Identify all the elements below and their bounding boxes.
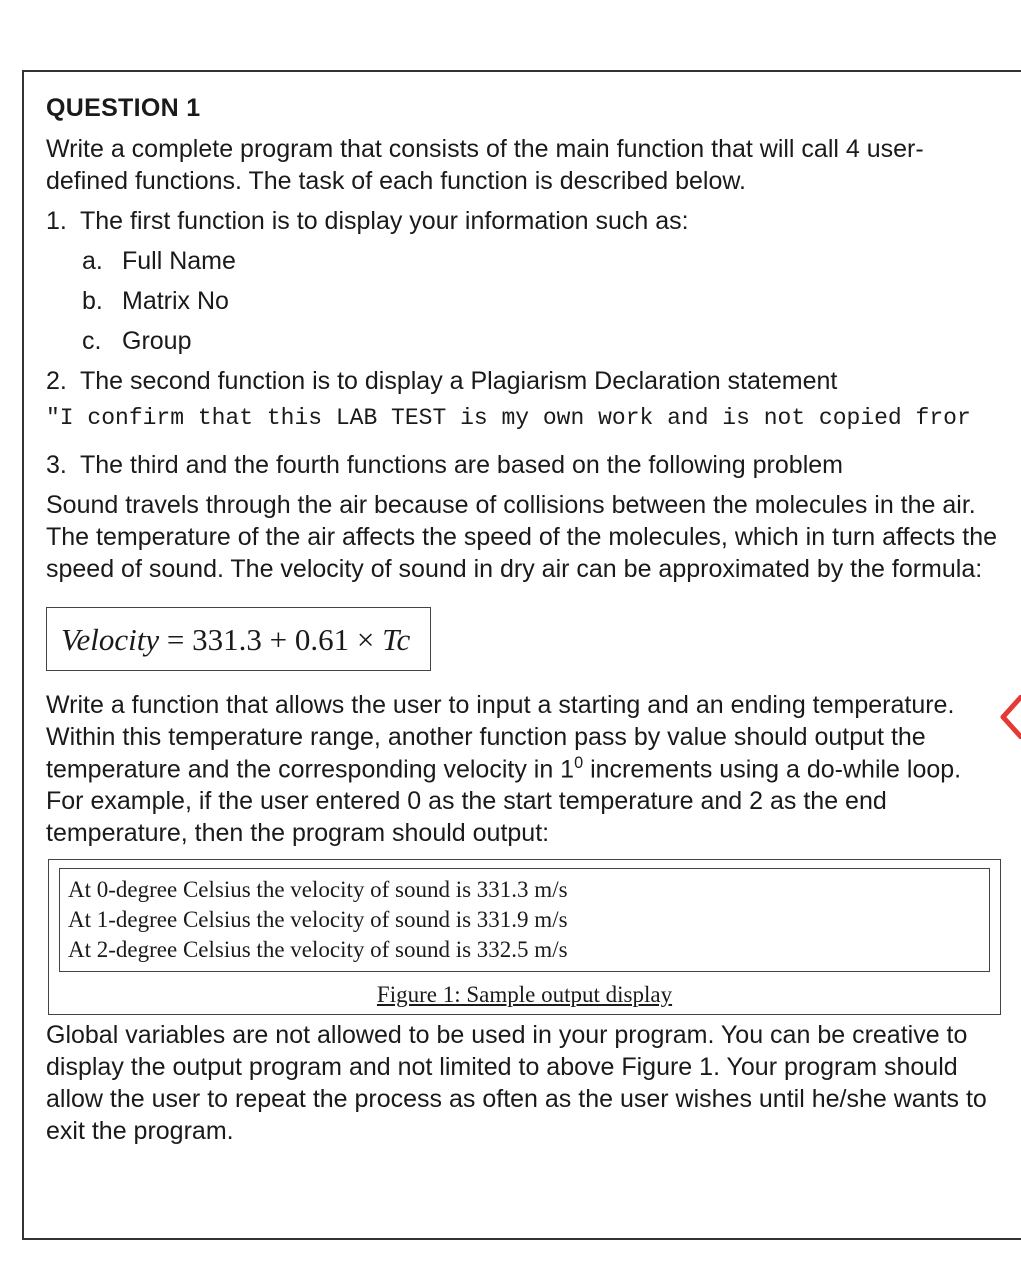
degree-superscript: 0 [574,754,583,772]
sublist-letter: a. [82,245,122,277]
list-text: The second function is to display a Plag… [80,365,1003,397]
sublist-item-c: c. Group [46,325,1003,357]
sublist-letter: c. [82,325,122,357]
sublist-text: Group [122,325,1003,357]
list-number: 2. [46,365,80,397]
figure-caption-row: Figure 1: Sample output display [49,982,1000,1008]
list-item-3: 3. The third and the fourth functions ar… [46,449,1003,481]
closing-paragraph: Global variables are not allowed to be u… [46,1019,1003,1147]
list-number: 3. [46,449,80,481]
task-paragraph: Write a function that allows the user to… [46,689,1003,849]
formula-rhs-var: Tc [382,622,410,657]
list-text: The first function is to display your in… [80,205,1003,237]
chevron-left-icon[interactable] [997,695,1021,739]
formula-rhs-const: 331.3 + 0.61 × [192,622,382,657]
formula: Velocity = 331.3 + 0.61 × Tc [61,622,410,657]
sublist-text: Full Name [122,245,1003,277]
formula-box: Velocity = 331.3 + 0.61 × Tc [46,607,431,671]
formula-lhs: Velocity [61,622,159,657]
list-text: The third and the fourth functions are b… [80,449,1003,481]
list-item-2: 2. The second function is to display a P… [46,365,1003,397]
plagiarism-code-line: "I confirm that this LAB TEST is my own … [46,405,1003,431]
question-container: QUESTION 1 Write a complete program that… [22,70,1021,1240]
intro-paragraph: Write a complete program that consists o… [46,133,1003,197]
formula-eq: = [159,622,192,657]
output-line: At 1-degree Celsius the velocity of soun… [68,905,981,935]
output-line: At 0-degree Celsius the velocity of soun… [68,875,981,905]
list-number: 1. [46,205,80,237]
sublist-text: Matrix No [122,285,1003,317]
sublist-letter: b. [82,285,122,317]
list-item-1: 1. The first function is to display your… [46,205,1003,237]
sublist-item-a: a. Full Name [46,245,1003,277]
question-title: QUESTION 1 [46,94,1003,123]
sample-output-frame: At 0-degree Celsius the velocity of soun… [48,859,1001,1015]
figure-caption: Figure 1: Sample output display [377,982,672,1008]
output-line: At 2-degree Celsius the velocity of soun… [68,935,981,965]
sublist-item-b: b. Matrix No [46,285,1003,317]
problem-paragraph: Sound travels through the air because of… [46,489,1003,585]
sample-output-inner: At 0-degree Celsius the velocity of soun… [59,868,990,972]
